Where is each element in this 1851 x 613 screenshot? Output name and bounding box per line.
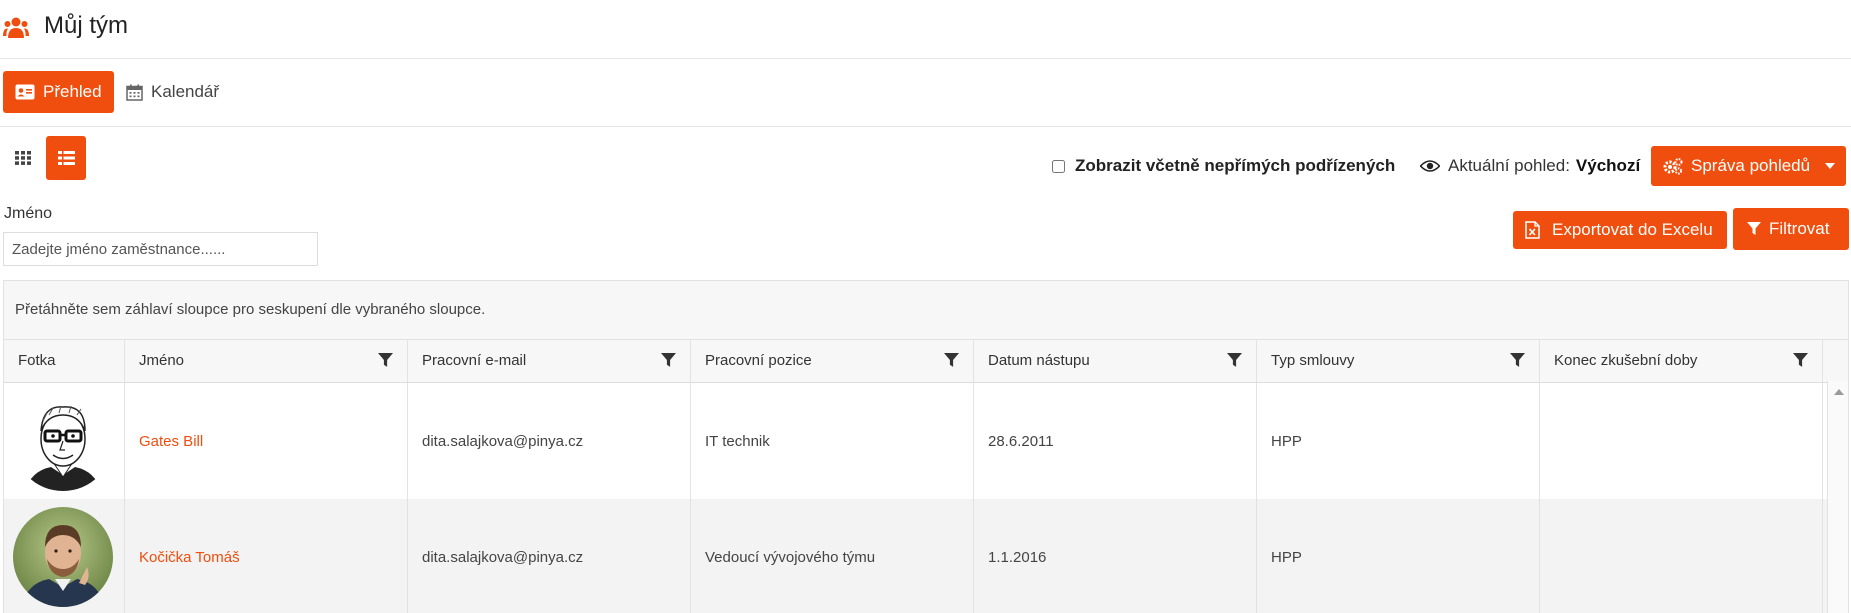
name-cell: Gates Bill — [125, 383, 408, 499]
group-drop-panel[interactable]: Přetáhněte sem záhlaví sloupce pro sesku… — [4, 281, 1848, 340]
export-excel-button[interactable]: Exportovat do Excelu — [1513, 211, 1727, 249]
gears-icon — [1663, 158, 1683, 175]
avatar-photo — [13, 507, 113, 607]
filter-label: Filtrovat — [1769, 219, 1830, 238]
excel-file-icon — [1525, 221, 1540, 239]
current-view-label: Aktuální pohled: — [1448, 156, 1570, 175]
column-header-label: Jméno — [139, 352, 185, 369]
current-view-value: Výchozí — [1575, 156, 1641, 175]
indirect-subordinates-toggle[interactable]: Zobrazit včetně nepřímých podřízených — [1052, 156, 1395, 176]
tab-calendar-label: Kalendář — [151, 82, 220, 101]
name-filter-label: Jméno — [4, 205, 53, 222]
tab-overview[interactable]: Přehled — [3, 71, 114, 113]
photo-cell — [4, 499, 125, 613]
grid-view-button[interactable] — [10, 146, 36, 170]
column-header-probation-end[interactable]: Konec zkušební doby — [1540, 340, 1823, 382]
tab-bar: Přehled Kalendář — [0, 58, 1851, 127]
chevron-down-icon[interactable] — [1824, 161, 1836, 171]
eye-icon — [1420, 160, 1440, 172]
avatar — [13, 391, 113, 491]
column-header-label: Pracovní pozice — [705, 352, 812, 369]
column-header-photo[interactable]: Fotka — [4, 340, 125, 382]
vertical-scrollbar[interactable] — [1827, 381, 1848, 613]
column-header-label: Konec zkušební doby — [1554, 352, 1698, 369]
employee-grid: Přetáhněte sem záhlaví sloupce pro sesku… — [3, 280, 1849, 613]
column-filter-icon[interactable] — [378, 353, 393, 368]
filter-button[interactable]: Filtrovat — [1733, 208, 1849, 250]
probation-end-cell — [1540, 499, 1823, 613]
tab-overview-label: Přehled — [43, 82, 102, 101]
column-header-label: Pracovní e-mail — [422, 352, 527, 369]
photo-cell — [4, 383, 125, 499]
table-row[interactable]: Kočička Tomáš dita.salajkova@pinya.cz Ve… — [4, 499, 1848, 613]
indirect-subordinates-label: Zobrazit včetně nepřímých podřízených — [1075, 156, 1396, 175]
table-row[interactable]: Gates Bill dita.salajkova@pinya.cz IT te… — [4, 383, 1848, 499]
column-header-label: Typ smlouvy — [1271, 352, 1355, 369]
id-card-icon — [15, 84, 35, 100]
probation-end-cell — [1540, 383, 1823, 499]
employee-name-link[interactable]: Gates Bill — [139, 433, 203, 450]
column-filter-icon[interactable] — [944, 353, 959, 368]
current-view-indicator: Aktuální pohled: Výchozí — [1420, 156, 1640, 176]
users-icon — [3, 17, 29, 38]
scroll-up-arrow-icon[interactable] — [1834, 389, 1844, 395]
manage-views-button[interactable]: Správa pohledů — [1651, 146, 1846, 186]
column-filter-icon[interactable] — [1510, 353, 1525, 368]
name-cell: Kočička Tomáš — [125, 499, 408, 613]
grid-header: Fotka Jméno Pracovní e-mail Pracovní poz… — [4, 340, 1848, 383]
calendar-icon — [126, 84, 143, 101]
list-icon — [57, 151, 75, 165]
start-date-cell: 1.1.2016 — [974, 499, 1257, 613]
export-excel-label: Exportovat do Excelu — [1552, 220, 1713, 239]
email-cell: dita.salajkova@pinya.cz — [408, 383, 691, 499]
start-date-cell: 28.6.2011 — [974, 383, 1257, 499]
column-header-position[interactable]: Pracovní pozice — [691, 340, 974, 382]
grid-icon — [15, 151, 31, 165]
page-header: Můj tým — [0, 0, 1851, 59]
name-filter-input[interactable] — [3, 232, 318, 266]
avatar-illustration — [13, 391, 113, 491]
column-header-label: Fotka — [18, 352, 56, 369]
funnel-icon — [1747, 222, 1761, 235]
page-title: Můj tým — [44, 12, 128, 39]
column-filter-icon[interactable] — [1227, 353, 1242, 368]
avatar — [13, 507, 113, 607]
contract-cell: HPP — [1257, 383, 1540, 499]
position-cell: Vedoucí vývojového týmu — [691, 499, 974, 613]
column-header-email[interactable]: Pracovní e-mail — [408, 340, 691, 382]
column-header-name[interactable]: Jméno — [125, 340, 408, 382]
column-header-start-date[interactable]: Datum nástupu — [974, 340, 1257, 382]
employee-name-link[interactable]: Kočička Tomáš — [139, 549, 240, 566]
contract-cell: HPP — [1257, 499, 1540, 613]
manage-views-label: Správa pohledů — [1691, 156, 1811, 175]
email-cell: dita.salajkova@pinya.cz — [408, 499, 691, 613]
position-cell: IT technik — [691, 383, 974, 499]
indirect-subordinates-checkbox[interactable] — [1052, 159, 1065, 173]
column-filter-icon[interactable] — [1793, 353, 1808, 368]
column-filter-icon[interactable] — [661, 353, 676, 368]
tab-calendar[interactable]: Kalendář — [126, 71, 219, 113]
column-header-label: Datum nástupu — [988, 352, 1090, 369]
column-header-contract[interactable]: Typ smlouvy — [1257, 340, 1540, 382]
list-view-button[interactable] — [46, 136, 86, 180]
